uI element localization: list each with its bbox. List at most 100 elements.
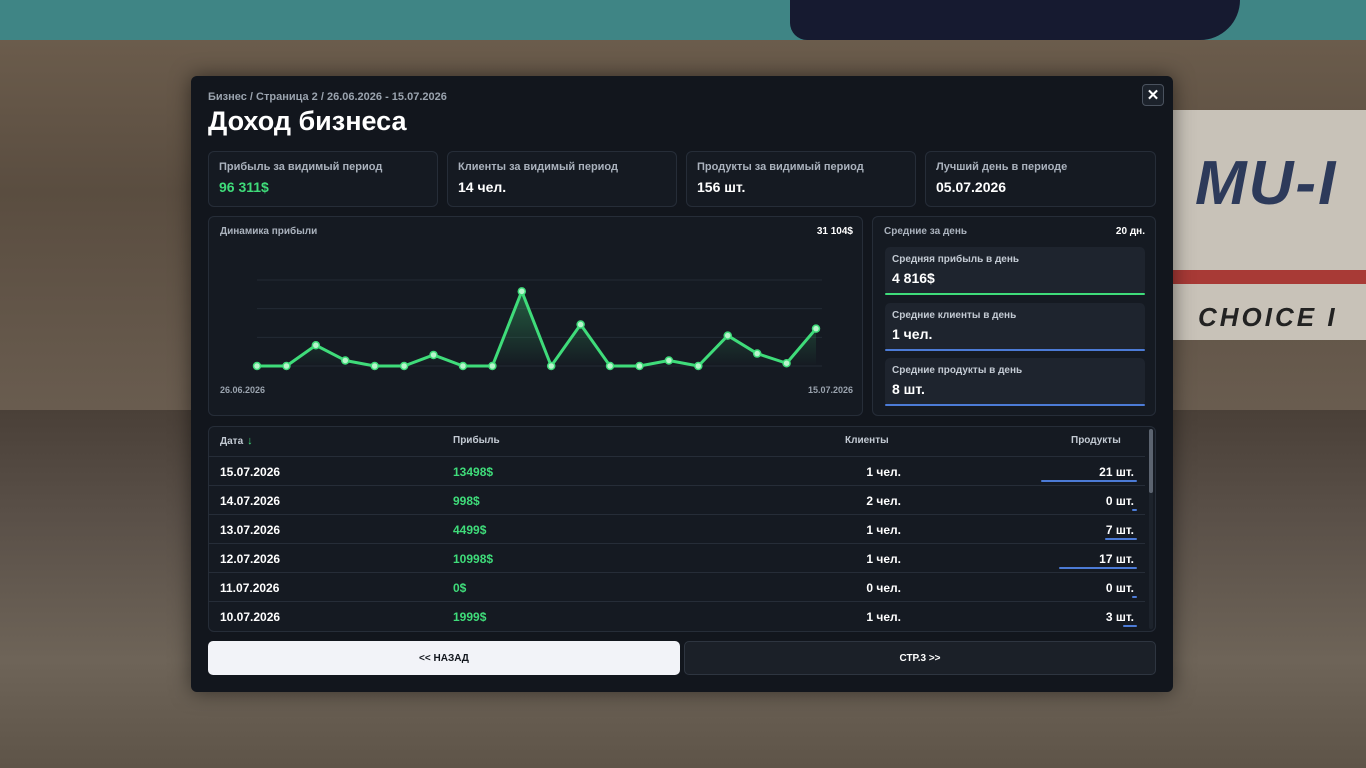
page-title: Доход бизнеса [208, 106, 407, 136]
chart-start-date: 26.06.2026 [220, 385, 266, 395]
table-row[interactable]: 11.07.2026 0$ 0 чел. 0 шт. [209, 572, 1145, 602]
cell-products: 7 шт. [1105, 523, 1134, 537]
chart-point[interactable] [399, 361, 409, 371]
average-accent-line [885, 293, 1145, 295]
table-scrollbar[interactable] [1149, 429, 1153, 629]
column-header-products[interactable]: Продукты [1071, 435, 1121, 446]
background-sign-stripe [1172, 270, 1366, 284]
cell-profit: 4499$ [453, 523, 487, 537]
table-scroll-thumb[interactable] [1149, 429, 1153, 493]
chart-point[interactable] [635, 361, 644, 371]
column-header-label: Дата [220, 436, 244, 447]
stat-card-value: 05.07.2026 [936, 179, 1007, 195]
stat-card-value: 156 шт. [697, 179, 746, 195]
average-value: 4 816$ [892, 270, 935, 286]
background-sign-subtext: CHOICE I [1198, 302, 1338, 332]
daily-table[interactable]: Дата ↓ Прибыль Клиенты Продукты 15.07.202… [208, 426, 1156, 632]
chart-point[interactable] [576, 320, 585, 329]
average-profit: Средняя прибыль в день 4 816$ [885, 247, 1145, 295]
cell-products: 17 шт. [1099, 552, 1134, 566]
cell-clients: 0 чел. [866, 581, 901, 595]
table-row[interactable]: 15.07.2026 13498$ 1 чел. 21 шт. [209, 456, 1145, 486]
chart-title: Динамика прибыли [220, 226, 318, 237]
averages-days: 20 дн. [1115, 226, 1145, 237]
cell-products: 0 шт. [1105, 494, 1134, 508]
chart-point[interactable] [429, 350, 438, 360]
stat-card-label: Лучший день в периоде [936, 161, 1068, 173]
chart-point[interactable] [252, 361, 262, 371]
cell-date: 12.07.2026 [220, 552, 281, 566]
stat-card-label: Продукты за видимый период [697, 161, 864, 173]
chart-point[interactable] [282, 361, 291, 371]
chart-point[interactable] [341, 356, 350, 365]
chart-point[interactable] [664, 356, 674, 365]
business-income-panel: Бизнес / Страница 2 / 26.06.2026 - 15.07… [191, 76, 1173, 692]
chart-point[interactable] [517, 287, 527, 296]
column-header-clients[interactable]: Клиенты [845, 435, 889, 446]
chart-point[interactable] [458, 361, 468, 371]
stat-card-products: Продукты за видимый период 156 шт. [686, 151, 916, 207]
chart-point[interactable] [723, 331, 732, 340]
chart-point[interactable] [488, 361, 497, 371]
cell-products: 0 шт. [1105, 581, 1134, 595]
cell-date: 15.07.2026 [220, 465, 281, 479]
stat-card-label: Прибыль за видимый период [219, 161, 383, 173]
stat-card-best-day: Лучший день в периоде 05.07.2026 [925, 151, 1156, 207]
back-button[interactable]: << НАЗАД [208, 641, 680, 675]
averages-title: Средние за день [884, 226, 968, 237]
products-bar [1123, 625, 1137, 627]
cell-clients: 1 чел. [866, 523, 901, 537]
table-row[interactable]: 10.07.2026 1999$ 1 чел. 3 шт. [209, 601, 1145, 631]
chart-point[interactable] [370, 361, 379, 371]
cell-products: 3 шт. [1105, 610, 1134, 624]
table-row[interactable]: 12.07.2026 10998$ 1 чел. 17 шт. [209, 543, 1145, 573]
products-bar [1105, 538, 1137, 540]
close-icon: ✕ [1146, 87, 1160, 104]
chart-point[interactable] [752, 349, 762, 358]
products-bar [1132, 596, 1137, 598]
chart-point[interactable] [546, 361, 556, 371]
table-row[interactable]: 14.07.2026 998$ 2 чел. 0 шт. [209, 485, 1145, 515]
stat-card-label: Клиенты за видимый период [458, 161, 618, 173]
chart-point[interactable] [694, 361, 703, 371]
background-sign-text: MU-I [1195, 149, 1338, 218]
chart-point[interactable] [811, 324, 821, 333]
column-header-profit[interactable]: Прибыль [453, 435, 500, 446]
products-bar [1041, 480, 1137, 482]
average-label: Средние продукты в день [892, 365, 1023, 376]
cell-profit: 13498$ [453, 465, 494, 479]
cell-products: 21 шт. [1099, 465, 1134, 479]
cell-clients: 1 чел. [866, 552, 901, 566]
cell-profit: 0$ [453, 581, 467, 595]
chart-end-date: 15.07.2026 [807, 385, 853, 395]
chart-total: 31 104$ [816, 226, 853, 237]
profit-chart-svg [252, 279, 822, 371]
background-helicopter [790, 0, 1240, 40]
cell-date: 13.07.2026 [220, 523, 281, 537]
average-label: Средние клиенты в день [892, 310, 1017, 321]
breadcrumb: Бизнес / Страница 2 / 26.06.2026 - 15.07… [208, 91, 447, 103]
average-value: 1 чел. [892, 326, 933, 342]
close-button[interactable]: ✕ [1142, 84, 1164, 106]
cell-profit: 10998$ [453, 552, 494, 566]
stat-card-clients: Клиенты за видимый период 14 чел. [447, 151, 677, 207]
cell-date: 10.07.2026 [220, 610, 281, 624]
cell-clients: 1 чел. [866, 465, 901, 479]
arrow-down-icon: ↓ [247, 435, 253, 447]
average-clients: Средние клиенты в день 1 чел. [885, 303, 1145, 351]
average-products: Средние продукты в день 8 шт. [885, 358, 1145, 406]
chart-point[interactable] [782, 358, 791, 368]
chart-point[interactable] [311, 341, 321, 350]
cell-date: 14.07.2026 [220, 494, 281, 508]
products-bar [1059, 567, 1137, 569]
table-row[interactable]: 13.07.2026 4499$ 1 чел. 7 шт. [209, 514, 1145, 544]
column-header-date[interactable]: Дата ↓ [220, 435, 253, 447]
stat-card-profit: Прибыль за видимый период 96 311$ [208, 151, 438, 207]
next-page-button[interactable]: СТР.3 >> [684, 641, 1156, 675]
cell-date: 11.07.2026 [220, 581, 280, 595]
stat-card-value: 14 чел. [458, 179, 507, 195]
products-bar [1132, 509, 1137, 511]
chart-point[interactable] [605, 361, 615, 371]
cell-profit: 1999$ [453, 610, 487, 624]
cell-clients: 2 чел. [866, 494, 901, 508]
